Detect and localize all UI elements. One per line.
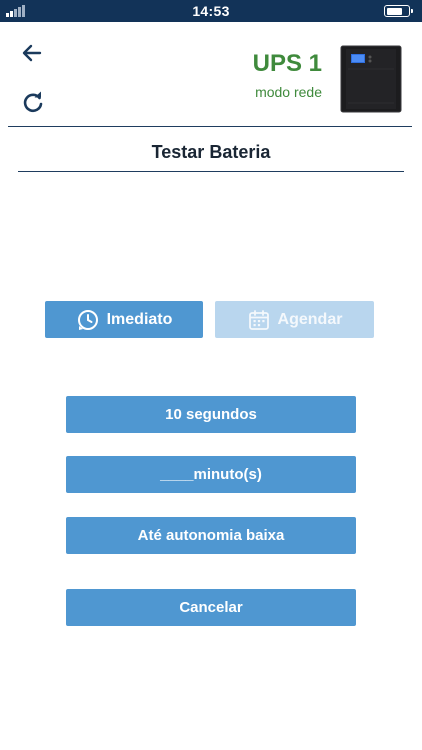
header-divider <box>8 126 412 127</box>
arrow-left-icon <box>22 44 42 62</box>
clock-icon <box>77 309 98 330</box>
refresh-button[interactable] <box>18 88 48 118</box>
battery-icon <box>384 5 413 17</box>
schedule-button[interactable]: Agendar <box>215 301 374 338</box>
ups-device-image <box>340 45 402 113</box>
title-divider <box>18 171 404 172</box>
minutes-button[interactable]: ____minuto(s) <box>66 456 356 493</box>
immediate-label: Imediato <box>106 310 173 328</box>
low-autonomy-button[interactable]: Até autonomia baixa <box>66 517 356 554</box>
back-button[interactable] <box>18 39 48 69</box>
ten-seconds-button[interactable]: 10 segundos <box>66 396 356 433</box>
device-name: UPS 1 <box>252 50 322 77</box>
status-bar: 14:53 <box>0 0 422 22</box>
refresh-icon <box>23 91 43 113</box>
device-status: modo rede <box>255 84 322 100</box>
status-time: 14:53 <box>192 3 230 19</box>
immediate-button[interactable]: Imediato <box>45 301 203 338</box>
calendar-icon <box>248 309 269 330</box>
cancel-button[interactable]: Cancelar <box>66 589 356 626</box>
section-title: Testar Bateria <box>151 142 271 162</box>
schedule-label: Agendar <box>277 310 343 328</box>
